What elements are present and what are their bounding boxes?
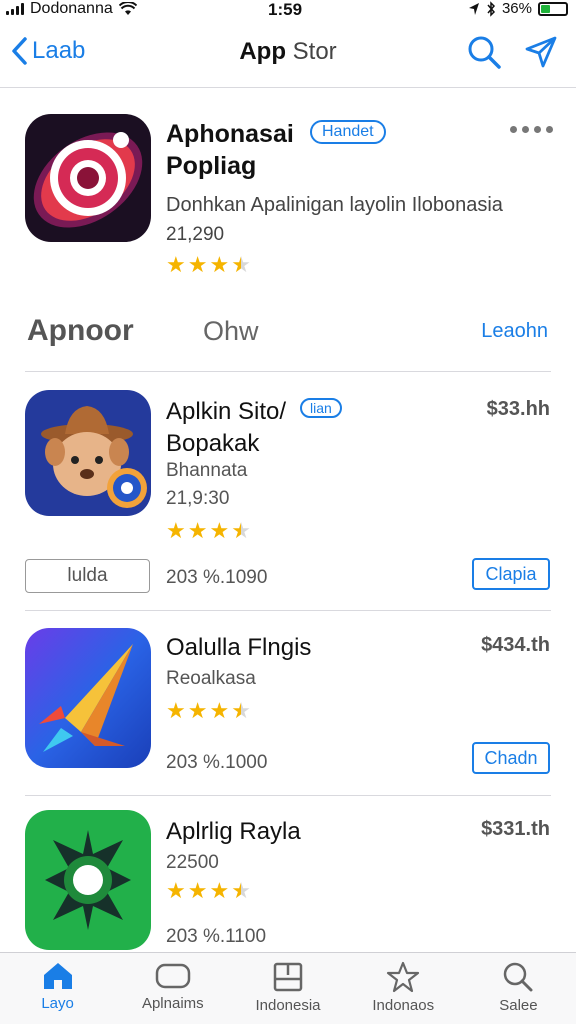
dot-icon — [546, 126, 553, 133]
battery-icon — [538, 1, 568, 16]
star-icon: ★ — [166, 252, 186, 277]
get-button[interactable]: Clapia — [472, 558, 550, 590]
star-icon: ★ — [187, 698, 208, 723]
tab-indonaos[interactable]: Indonaos — [346, 953, 461, 1024]
app-title: Oalulla Flngis — [166, 634, 312, 661]
app-count: 22500 — [166, 852, 219, 873]
app-title: Aplrlig Rayla — [166, 818, 301, 845]
divider — [25, 795, 551, 796]
featured-app-name-line2: Popliag — [166, 152, 257, 180]
send-icon — [525, 36, 557, 68]
featured-rating: ★ ★ ★ ★ — [166, 254, 251, 276]
search-icon — [468, 36, 501, 69]
bluetooth-icon — [487, 0, 495, 17]
tab-indonesia[interactable]: Indonesia — [230, 953, 345, 1024]
app-stat: 203 %.1100 — [166, 926, 267, 947]
app-subtitle: Reoalkasa — [166, 668, 256, 689]
list-item[interactable]: Aplkin Sito/ lian Bopakak Bhannata 21,9:… — [0, 380, 576, 610]
star-icon: ★ — [231, 252, 251, 277]
app-stat: 203 %.1090 — [166, 567, 268, 588]
status-right: 36% — [468, 0, 568, 17]
star-icon: ★ — [166, 878, 186, 903]
divider — [25, 371, 551, 372]
tab-label: Indonaos — [372, 997, 435, 1014]
section-action-link[interactable]: Leaohn — [481, 320, 548, 343]
app-rating: ★ ★ ★ ★ — [166, 520, 251, 542]
home-icon — [43, 963, 72, 989]
get-button[interactable]: Chadn — [472, 742, 550, 774]
dot-icon — [522, 126, 529, 133]
divider — [25, 610, 551, 611]
lulda-button[interactable]: lulda — [25, 559, 150, 593]
star-icon: ★ — [166, 698, 186, 723]
app-price: $331.th — [481, 818, 550, 840]
share-button[interactable] — [524, 35, 558, 69]
app-icon — [25, 390, 151, 516]
app-count: 21,9:30 — [166, 488, 230, 509]
app-tag[interactable]: lian — [300, 398, 342, 418]
dot-icon — [534, 126, 541, 133]
star-icon: ★ — [166, 518, 186, 543]
section-tab-ohw[interactable]: Ohw — [203, 316, 259, 347]
section-header: Apnoor Ohw Leaohn — [0, 300, 576, 372]
app-icon — [25, 810, 151, 950]
star-icon: ★ — [231, 698, 251, 723]
dot-icon — [510, 126, 517, 133]
more-options-button[interactable] — [510, 126, 553, 133]
search-button[interactable] — [466, 34, 502, 70]
list-item[interactable]: Oalulla Flngis Reoalkasa $434.th ★ ★ ★ ★ 20… — [0, 612, 576, 792]
section-tab-apnoor[interactable]: Apnoor — [27, 314, 134, 348]
star-icon: ★ — [187, 878, 208, 903]
signal-icon — [6, 3, 24, 15]
tab-label: Layo — [41, 995, 74, 1012]
app-stat: 203 %.1000 — [166, 752, 268, 773]
star-icon: ★ — [231, 878, 251, 903]
search-icon — [504, 962, 533, 992]
featured-app-name: Aphonasai — [166, 120, 294, 148]
star-icon: ★ — [187, 518, 208, 543]
star-icon — [387, 961, 420, 993]
navigation-bar: Laab App Stor — [0, 22, 576, 88]
status-time: 1:59 — [268, 0, 303, 19]
apps-icon — [155, 963, 191, 989]
tab-bar: Layo Aplnaims Indonesia Indonaos Salee — [0, 952, 576, 1024]
featured-app-tag[interactable]: Handet — [310, 120, 386, 144]
tab-label: Indonesia — [255, 997, 321, 1014]
app-price: $434.th — [481, 634, 550, 656]
tab-layo[interactable]: Layo — [0, 953, 115, 1024]
star-icon: ★ — [209, 878, 230, 903]
tab-label: Aplnaims — [141, 995, 204, 1012]
tab-aplnaims[interactable]: Aplnaims — [115, 953, 230, 1024]
star-icon: ★ — [187, 252, 208, 277]
app-rating: ★ ★ ★ ★ — [166, 700, 251, 722]
featured-app-icon — [25, 114, 151, 242]
wifi-icon — [118, 2, 137, 15]
tab-label: Salee — [499, 997, 538, 1014]
app-price: $33.hh — [486, 398, 550, 420]
page-title-bold: App — [239, 38, 286, 65]
featured-app[interactable]: Aphonasai Handet Popliag Donhkan Apalini… — [0, 100, 576, 290]
battery-percent: 36% — [501, 0, 532, 17]
star-icon: ★ — [209, 698, 230, 723]
app-rating: ★ ★ ★ ★ — [166, 880, 251, 902]
carrier-name: Dodonanna — [30, 0, 113, 17]
battery-level — [541, 4, 551, 13]
status-bar: Dodonanna 1:59 36% — [0, 0, 576, 22]
tab-salee[interactable]: Salee — [461, 953, 576, 1024]
location-icon — [468, 2, 479, 15]
nav-actions — [466, 34, 558, 70]
status-left: Dodonanna — [6, 0, 137, 18]
featured-app-count: 21,290 — [166, 224, 225, 245]
app-subtitle: Bhannata — [166, 460, 248, 481]
star-icon: ★ — [209, 252, 230, 277]
app-icon — [25, 628, 151, 768]
app-title-line2: Bopakak — [166, 430, 260, 457]
star-icon: ★ — [231, 518, 251, 543]
star-icon: ★ — [209, 518, 230, 543]
box-icon — [273, 962, 303, 992]
list-item[interactable]: Aplrlig Rayla 22500 $331.th ★ ★ ★ ★ 203 %.1… — [0, 798, 576, 952]
featured-app-description: Donhkan Apalinigan layolin Ilobonasia — [166, 194, 503, 216]
page-title-light: Stor — [292, 38, 337, 65]
app-title: Aplkin Sito/ — [166, 398, 287, 425]
